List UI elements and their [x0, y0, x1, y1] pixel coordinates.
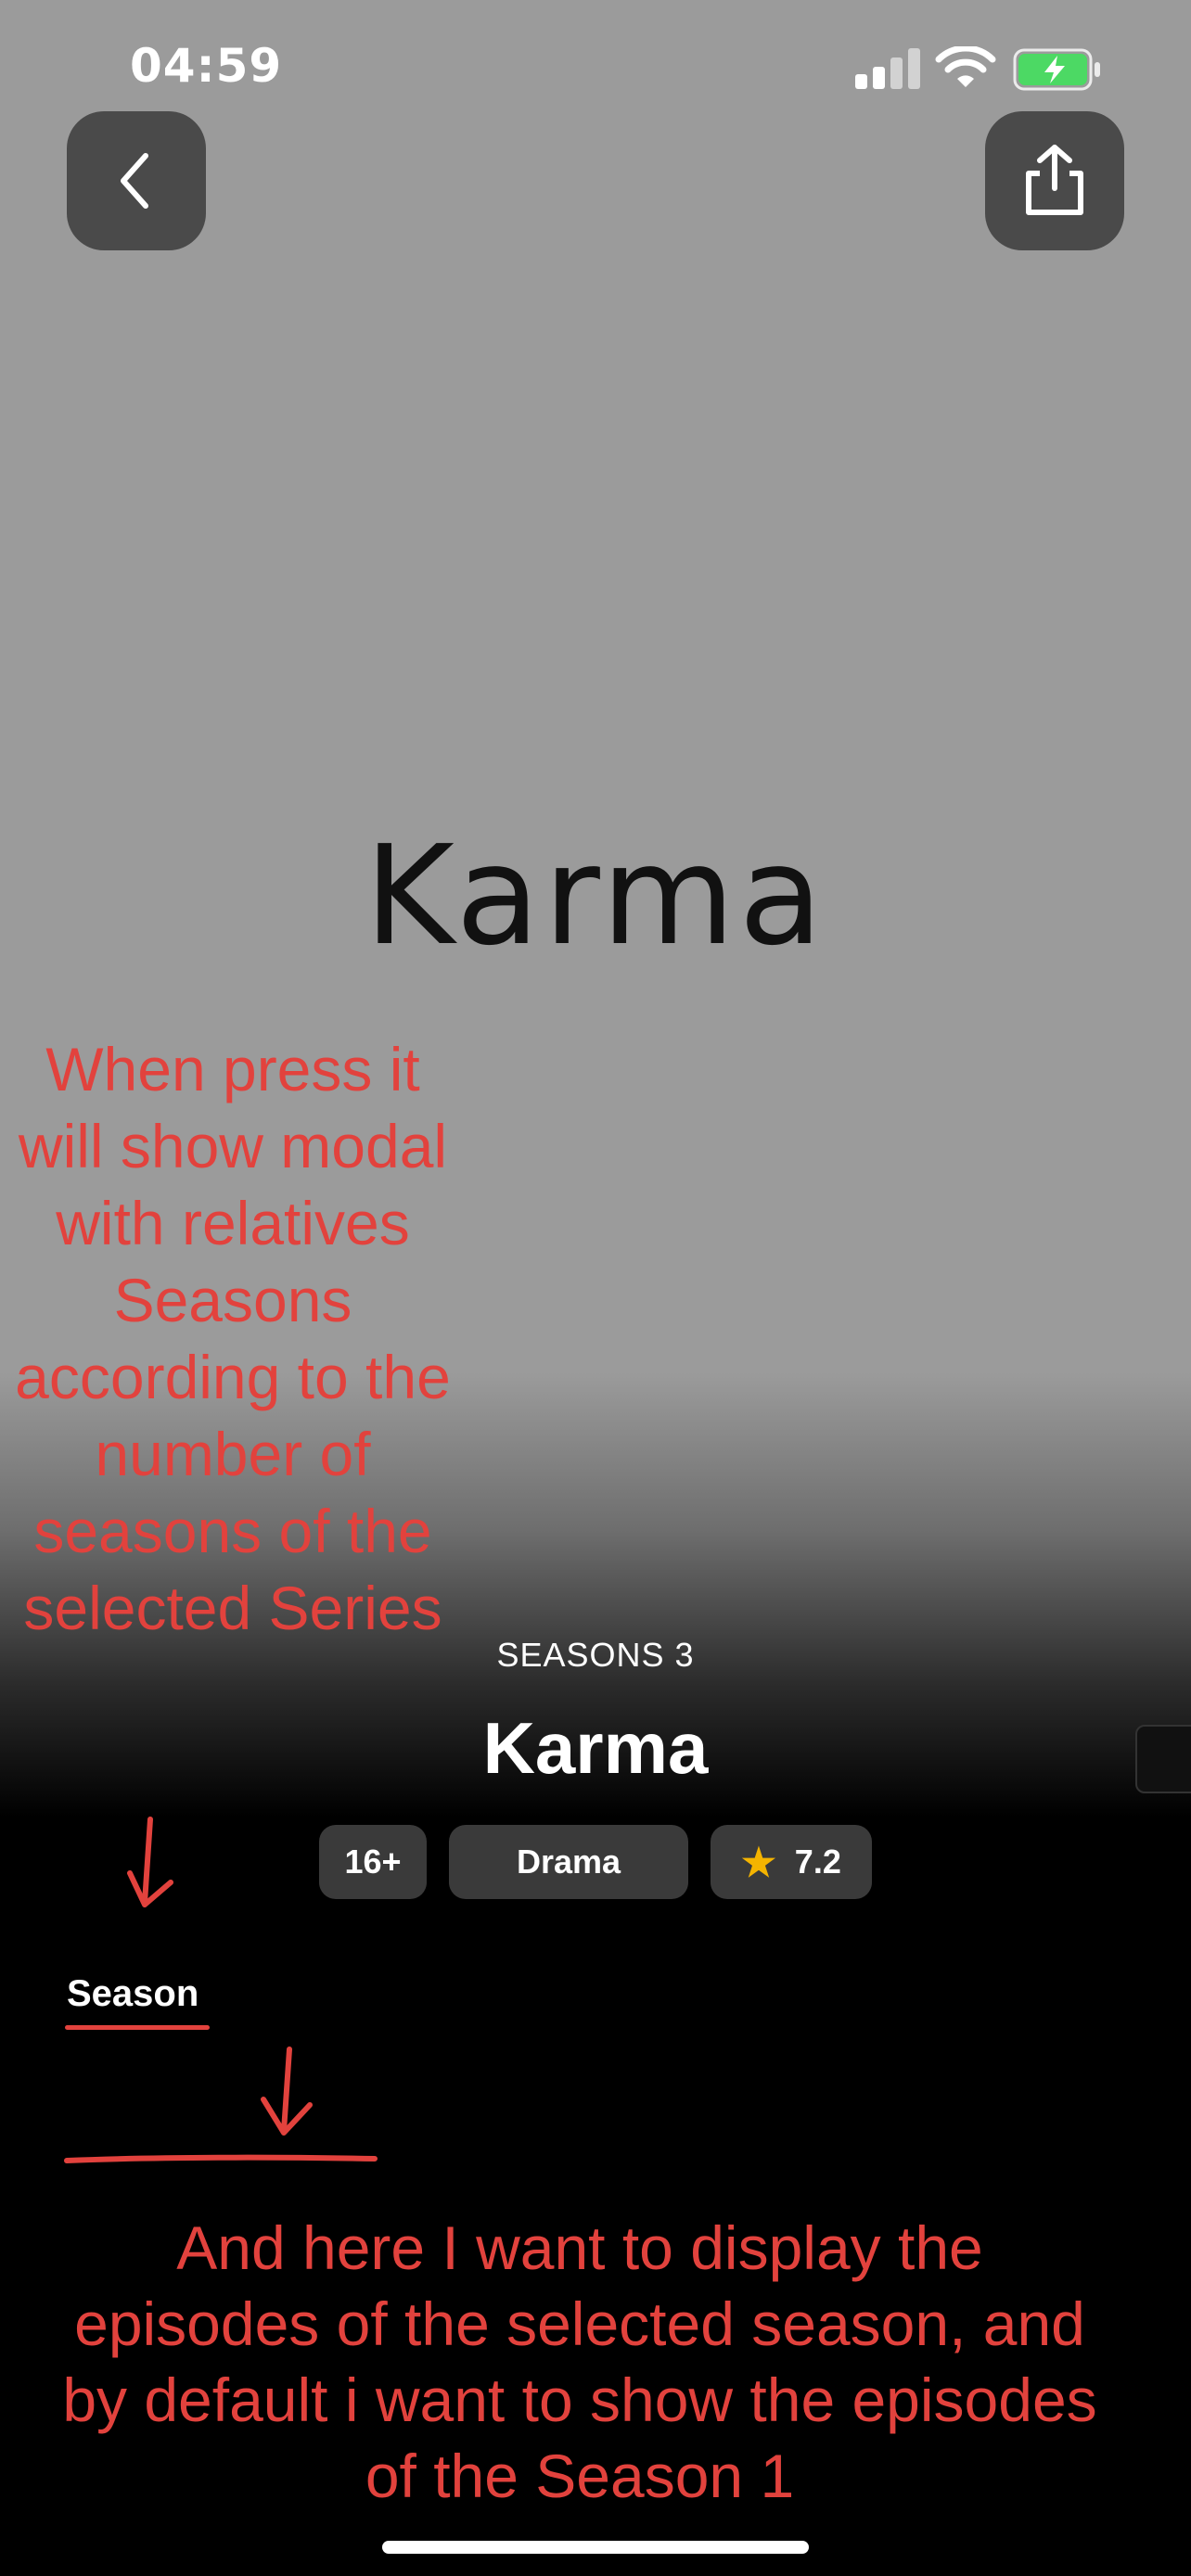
annotation-note-bottom: And here I want to display the episodes …: [62, 2213, 1097, 2510]
show-title: Karma: [482, 1707, 709, 1789]
back-button[interactable]: [67, 111, 206, 250]
wifi-icon: [935, 46, 996, 87]
home-indicator[interactable]: [382, 2541, 809, 2554]
star-icon: ★: [741, 1840, 776, 1884]
annotation-arrow-to-episodes-icon: [261, 2047, 313, 2136]
annotation-note-top: When press it will show modal with relat…: [15, 1035, 451, 1642]
cellular-signal-icon: [855, 48, 920, 89]
season-tab-underline: [65, 2025, 210, 2030]
rating-value: 7.2: [794, 1843, 841, 1881]
seasons-count: SEASONS 3: [496, 1636, 695, 1674]
age-rating-badge: 16+: [319, 1825, 427, 1899]
season-selector-tab[interactable]: Season: [67, 1973, 198, 2015]
poster-title: Karma: [364, 816, 827, 976]
share-button[interactable]: [985, 111, 1124, 250]
status-time: 04:59: [130, 39, 283, 93]
genre-badge: Drama: [449, 1825, 688, 1899]
offscreen-card: [1135, 1725, 1191, 1793]
chevron-left-icon: [121, 153, 148, 209]
rating-badge: ★ 7.2: [711, 1825, 872, 1899]
badge-row: 16+ Drama ★ 7.2: [0, 1825, 1191, 1899]
share-icon: [1026, 145, 1083, 215]
battery-charging-icon: [1013, 48, 1100, 91]
annotation-episodes-line: [64, 2154, 378, 2163]
